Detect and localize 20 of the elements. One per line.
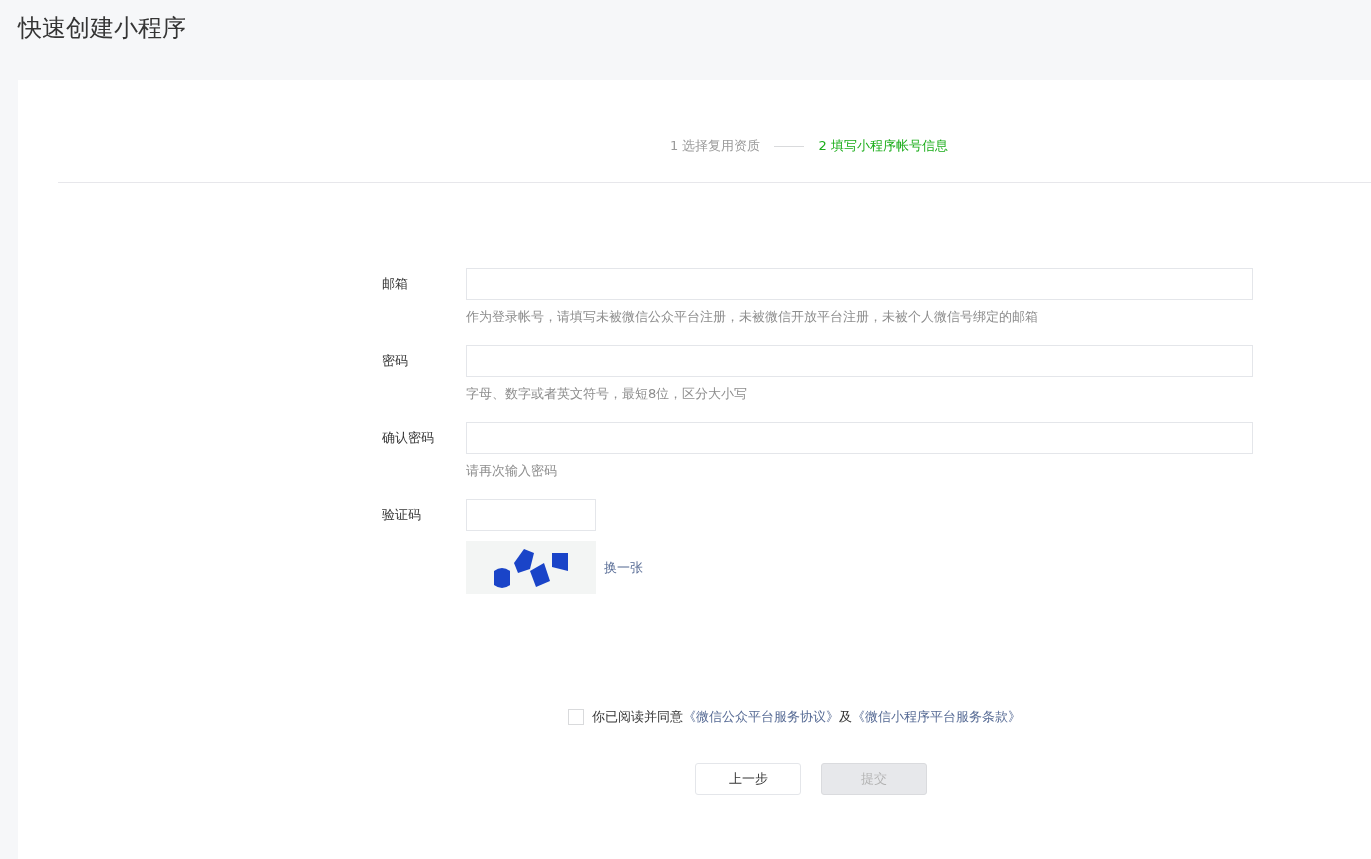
password-input[interactable] [466,345,1253,377]
field-label: 确认密码 [382,429,435,447]
field-hint: 请再次输入密码 [466,462,558,480]
page-title: 快速创建小程序 [18,13,187,44]
password-input[interactable] [466,422,1253,454]
step-label: 2 填写小程序帐号信息 [818,137,948,155]
field-label: 邮箱 [382,275,409,293]
captcha-input[interactable] [466,499,596,531]
agree-checkbox[interactable] [568,709,584,725]
field-hint: 作为登录帐号，请填写未被微信公众平台注册，未被微信开放平台注册，未被个人微信号绑定的邮箱 [466,308,1039,326]
field-hint: 字母、数字或者英文符号，最短8位，区分大小写 [466,385,749,403]
email-input[interactable] [466,268,1253,300]
service-agreement-link[interactable]: 《微信公众平台服务协议》 [683,709,839,724]
previous-step-button[interactable]: 上一步 [695,763,801,795]
service-terms-link[interactable]: 《微信小程序平台服务条款》 [852,709,1021,724]
refresh-captcha-link[interactable]: 换一张 [604,558,643,577]
step-label: 1 选择复用资质 [670,137,761,155]
agreement-text: 你已阅读并同意《微信公众平台服务协议》及《微信小程序平台服务条款》 [592,708,1021,726]
field-label: 验证码 [382,506,422,524]
field-label: 密码 [382,352,409,370]
